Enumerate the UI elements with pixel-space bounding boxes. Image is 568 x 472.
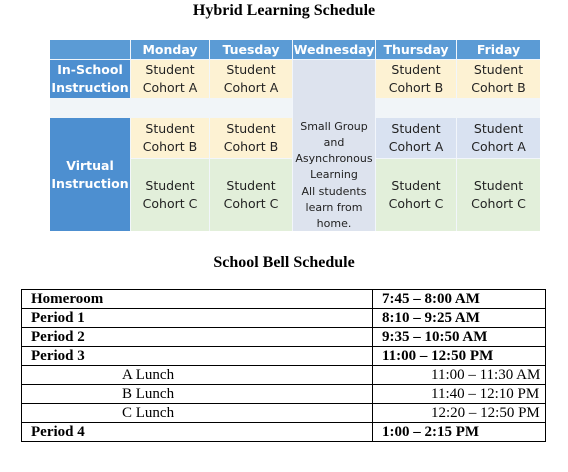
virtual-instruction-label: Virtual Instruction xyxy=(50,118,130,231)
lunch-name: A Lunch xyxy=(21,365,373,385)
virtual-monday-row2: Student Cohort C xyxy=(131,159,209,231)
period-time: 11:00 – 12:50 PM xyxy=(372,346,546,366)
hybrid-schedule-grid: Monday Tuesday Wednesday Thursday Friday… xyxy=(50,40,540,231)
spacer-row-right xyxy=(376,98,540,118)
wednesday-small-group-text: Small Group and Asynchronous Learning xyxy=(293,60,375,185)
lunch-time: 11:40 – 12:10 PM xyxy=(372,384,546,404)
table-row: Period 1 8:10 – 9:25 AM xyxy=(21,308,546,328)
table-row: Period 3 11:00 – 12:50 PM xyxy=(21,346,546,366)
hybrid-schedule-title: Hybrid Learning Schedule xyxy=(192,2,376,19)
header-tuesday: Tuesday xyxy=(210,40,292,59)
lunch-time: 12:20 – 12:50 PM xyxy=(372,403,546,423)
lunch-name: C Lunch xyxy=(21,403,373,423)
lunch-name: B Lunch xyxy=(21,384,373,404)
virtual-friday-row1: Student Cohort A xyxy=(457,118,540,158)
virtual-tuesday-row1: Student Cohort B xyxy=(210,118,292,158)
header-wednesday: Wednesday xyxy=(293,40,375,59)
header-monday: Monday xyxy=(131,40,209,59)
period-name: Homeroom xyxy=(21,289,373,309)
bell-schedule-title: School Bell Schedule xyxy=(213,254,355,271)
lunch-time: 11:00 – 11:30 AM xyxy=(372,365,546,385)
period-name: Period 3 xyxy=(21,346,373,366)
table-row: Homeroom 7:45 – 8:00 AM xyxy=(21,289,546,309)
spacer-row-left xyxy=(50,98,292,118)
in-school-tuesday: Student Cohort A xyxy=(210,60,292,98)
period-time: 8:10 – 9:25 AM xyxy=(372,308,546,328)
header-thursday: Thursday xyxy=(376,40,456,59)
virtual-friday-row2: Student Cohort C xyxy=(457,159,540,231)
header-friday: Friday xyxy=(457,40,540,59)
table-row: B Lunch 11:40 – 12:10 PM xyxy=(21,384,546,404)
in-school-friday: Student Cohort B xyxy=(457,60,540,98)
virtual-tuesday-row2: Student Cohort C xyxy=(210,159,292,231)
table-row: A Lunch 11:00 – 11:30 AM xyxy=(21,365,546,385)
period-time: 7:45 – 8:00 AM xyxy=(372,289,546,309)
in-school-instruction-label: In-School Instruction xyxy=(50,60,130,98)
table-row: C Lunch 12:20 – 12:50 PM xyxy=(21,403,546,423)
bell-schedule-table: Homeroom 7:45 – 8:00 AM Period 1 8:10 – … xyxy=(21,289,546,442)
period-time: 9:35 – 10:50 AM xyxy=(372,327,546,347)
period-time: 1:00 – 2:15 PM xyxy=(372,422,546,442)
header-corner xyxy=(50,40,130,59)
virtual-thursday-row2: Student Cohort C xyxy=(376,159,456,231)
virtual-monday-row1: Student Cohort B xyxy=(131,118,209,158)
table-row: Period 4 1:00 – 2:15 PM xyxy=(21,422,546,442)
in-school-monday: Student Cohort A xyxy=(131,60,209,98)
in-school-thursday: Student Cohort B xyxy=(376,60,456,98)
period-name: Period 4 xyxy=(21,422,373,442)
period-name: Period 2 xyxy=(21,327,373,347)
wednesday-all-students-text: All students learn from home. xyxy=(293,185,375,231)
period-name: Period 1 xyxy=(21,308,373,328)
virtual-thursday-row1: Student Cohort A xyxy=(376,118,456,158)
table-row: Period 2 9:35 – 10:50 AM xyxy=(21,327,546,347)
